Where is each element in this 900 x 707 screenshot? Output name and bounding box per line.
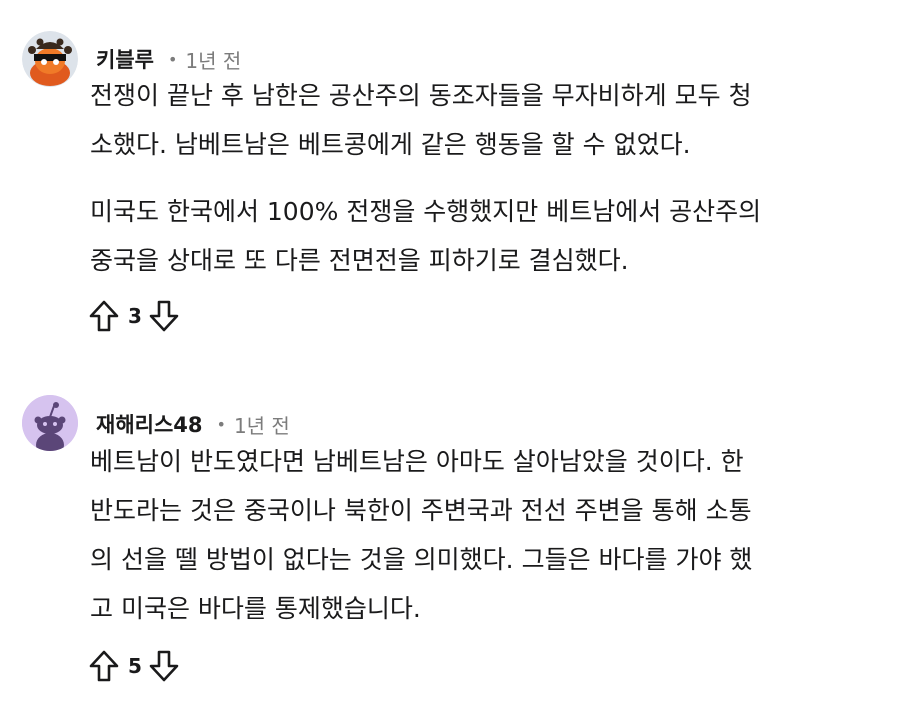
comment-paragraph: 미국도 한국에서 100% 전쟁을 수행했지만 베트남에서 공산주의 중국을 상… [90,187,870,285]
text-line: 전쟁이 끝난 후 남한은 공산주의 동조자들을 무자비하게 모두 청 [90,81,752,110]
downvote-button[interactable] [146,646,182,686]
timestamp: 1년 전 [185,48,242,73]
comment-paragraph: 전쟁이 끝난 후 남한은 공산주의 동조자들을 무자비하게 모두 청 소했다. … [90,71,870,169]
text-line: 고 미국은 바다를 통제했습니다. [90,594,421,623]
text-line: 의 선을 뗄 방법이 없다는 것을 의미했다. 그들은 바다를 가야 했 [90,545,753,574]
upvote-button[interactable] [86,296,122,336]
downvote-button[interactable] [146,296,182,336]
pirate-avatar-icon [22,31,78,87]
comment-meta: 키블루 • 1년 전 [96,44,241,74]
vote-bar: 5 [86,646,182,686]
text-line: 베트남이 반도였다면 남베트남은 아마도 살아남았을 것이다. 한 [90,447,744,476]
downvote-arrow-icon [149,300,179,332]
meta-separator: • [167,49,178,69]
vote-score: 5 [128,654,142,678]
upvote-arrow-icon [89,650,119,682]
comment-paragraph: 베트남이 반도였다면 남베트남은 아마도 살아남았을 것이다. 한 반도라는 것… [90,437,870,633]
text-line: 미국도 한국에서 100% 전쟁을 수행했지만 베트남에서 공산주의 [90,197,762,226]
timestamp: 1년 전 [233,413,290,438]
username[interactable]: 키블루 [96,44,154,74]
downvote-arrow-icon [149,650,179,682]
user-avatar[interactable] [22,395,78,451]
upvote-arrow-icon [89,300,119,332]
upvote-button[interactable] [86,646,122,686]
comment-meta: 재해리스48 • 1년 전 [96,409,290,439]
text-line: 소했다. 남베트남은 베트콩에게 같은 행동을 할 수 없었다. [90,130,691,159]
meta-separator: • [216,414,226,434]
user-avatar[interactable] [22,31,78,87]
text-line: 반도라는 것은 중국이나 북한이 주변국과 전선 주변을 통해 소통 [90,496,752,525]
vote-score: 3 [128,304,142,328]
username[interactable]: 재해리스48 [96,409,203,439]
text-line: 중국을 상대로 또 다른 전면전을 피하기로 결심했다. [90,246,629,275]
snoo-avatar-icon [22,395,78,451]
vote-bar: 3 [86,296,182,336]
